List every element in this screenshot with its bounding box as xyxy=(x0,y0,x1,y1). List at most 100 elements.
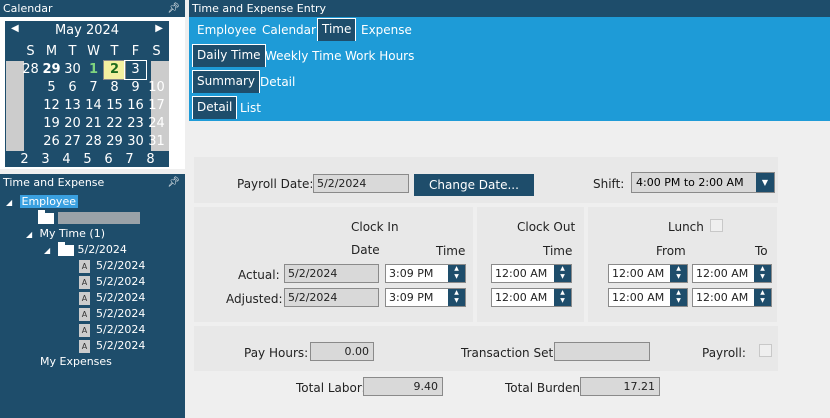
down-icon[interactable]: ▼ xyxy=(554,297,571,305)
chevron-down-icon[interactable]: ▼ xyxy=(756,173,774,192)
day-cell[interactable]: 9 xyxy=(125,79,146,97)
tree-node-date-folder[interactable]: ◢ 5/2/2024 xyxy=(44,241,127,259)
day-cell[interactable]: 30 xyxy=(125,133,146,151)
pay-hours-field[interactable]: 0.00 xyxy=(310,342,374,361)
tree-node-my-time[interactable]: ◢ My Time (1) xyxy=(26,226,105,242)
down-icon[interactable]: ▼ xyxy=(554,273,571,281)
stepper-buttons[interactable]: ▲ ▼ xyxy=(754,265,771,282)
tree-node-my-expenses[interactable]: My Expenses xyxy=(40,354,112,370)
actual-lunch-to-stepper[interactable]: 12:00 AM ▲ ▼ xyxy=(692,264,772,283)
day-cell[interactable]: 5 xyxy=(41,79,62,97)
total-labor-field[interactable]: 9.40 xyxy=(363,377,443,396)
tab-list[interactable]: List xyxy=(236,99,265,119)
day-cell[interactable]: 20 xyxy=(62,115,83,133)
day-cell[interactable]: 12 xyxy=(41,97,62,115)
day-cell[interactable]: 19 xyxy=(41,115,62,133)
day-cell[interactable]: 29 xyxy=(104,133,125,151)
change-date-button[interactable]: Change Date... xyxy=(414,174,534,196)
day-cell[interactable]: 6 xyxy=(98,151,119,169)
day-cell[interactable]: 4 xyxy=(56,151,77,169)
day-cell[interactable]: 14 xyxy=(83,97,104,115)
day-cell[interactable]: 27 xyxy=(62,133,83,151)
up-icon[interactable]: ▲ xyxy=(754,265,771,273)
up-icon[interactable]: ▲ xyxy=(448,289,465,297)
adjusted-date-field[interactable]: 5/2/2024 xyxy=(284,288,379,307)
tab-detail[interactable]: Detail xyxy=(192,96,238,119)
tab-time[interactable]: Time xyxy=(317,18,357,41)
tab-daily-time[interactable]: Daily Time xyxy=(192,44,266,67)
shift-select[interactable]: 4:00 PM to 2:00 AM ▼ xyxy=(631,172,775,193)
adjusted-time-stepper[interactable]: 3:09 PM ▲ ▼ xyxy=(385,288,466,307)
up-icon[interactable]: ▲ xyxy=(670,265,687,273)
actual-lunch-from-stepper[interactable]: 12:00 AM ▲ ▼ xyxy=(608,264,688,283)
next-month-icon[interactable]: ▶ xyxy=(155,23,163,34)
day-cell[interactable]: 7 xyxy=(83,79,104,97)
stepper-buttons[interactable]: ▲ ▼ xyxy=(448,265,465,282)
collapse-icon[interactable]: ◢ xyxy=(6,195,16,211)
stepper-buttons[interactable]: ▲ ▼ xyxy=(670,265,687,282)
total-burden-field[interactable]: 17.21 xyxy=(580,377,660,396)
stepper-buttons[interactable]: ▲ ▼ xyxy=(554,265,571,282)
down-icon[interactable]: ▼ xyxy=(670,273,687,281)
day-cell[interactable]: 24 xyxy=(146,115,167,133)
up-icon[interactable]: ▲ xyxy=(448,265,465,273)
tab-calendar[interactable]: Calendar xyxy=(258,21,320,41)
tree-node-entry[interactable]: A 5/2/2024 xyxy=(79,290,145,306)
actual-time-stepper[interactable]: 3:09 PM ▲ ▼ xyxy=(385,264,466,283)
adjusted-out-stepper[interactable]: 12:00 AM ▲ ▼ xyxy=(491,288,572,307)
day-cell[interactable]: 3 xyxy=(35,151,56,169)
day-cell[interactable]: 23 xyxy=(125,115,146,133)
tree-node-entry[interactable]: A 5/2/2024 xyxy=(79,306,145,322)
stepper-buttons[interactable]: ▲ ▼ xyxy=(670,289,687,306)
lunch-checkbox[interactable] xyxy=(710,219,723,232)
actual-out-stepper[interactable]: 12:00 AM ▲ ▼ xyxy=(491,264,572,283)
day-cell[interactable]: 10 xyxy=(146,79,167,97)
down-icon[interactable]: ▼ xyxy=(754,273,771,281)
day-cell[interactable]: 5 xyxy=(77,151,98,169)
day-cell[interactable]: 1 xyxy=(83,61,104,79)
day-cell[interactable]: 28 xyxy=(83,133,104,151)
adjusted-lunch-to-stepper[interactable]: 12:00 AM ▲ ▼ xyxy=(692,288,772,307)
day-cell[interactable]: 26 xyxy=(41,133,62,151)
stepper-buttons[interactable]: ▲ ▼ xyxy=(554,289,571,306)
tree-node-employee[interactable]: ◢ Employee xyxy=(6,194,78,210)
collapse-icon[interactable]: ◢ xyxy=(26,227,36,243)
day-cell[interactable]: 29 xyxy=(41,61,62,79)
payroll-checkbox[interactable] xyxy=(759,344,772,357)
up-icon[interactable]: ▲ xyxy=(754,289,771,297)
tree-node-entry[interactable]: A 5/2/2024 xyxy=(79,274,145,290)
day-cell[interactable]: 17 xyxy=(146,97,167,115)
day-cell[interactable]: 30 xyxy=(62,61,83,79)
payroll-date-field[interactable]: 5/2/2024 xyxy=(313,174,409,193)
day-cell[interactable]: 8 xyxy=(140,151,161,169)
up-icon[interactable]: ▲ xyxy=(554,289,571,297)
up-icon[interactable]: ▲ xyxy=(554,265,571,273)
transaction-set-field[interactable] xyxy=(554,342,650,361)
tab-detail-upper[interactable]: Detail xyxy=(256,73,299,93)
day-cell[interactable]: 21 xyxy=(83,115,104,133)
stepper-buttons[interactable]: ▲ ▼ xyxy=(754,289,771,306)
tree-node-entry[interactable]: A 5/2/2024 xyxy=(79,258,145,274)
tab-employee[interactable]: Employee xyxy=(193,21,260,41)
day-cell[interactable]: 16 xyxy=(125,97,146,115)
pin-icon[interactable]: 📌︎ xyxy=(167,0,180,17)
down-icon[interactable]: ▼ xyxy=(448,297,465,305)
collapse-icon[interactable]: ◢ xyxy=(44,243,54,259)
day-cell[interactable]: 8 xyxy=(104,79,125,97)
tree-node-entry[interactable]: A 5/2/2024 xyxy=(79,322,145,338)
actual-date-field[interactable]: 5/2/2024 xyxy=(284,264,379,283)
down-icon[interactable]: ▼ xyxy=(448,273,465,281)
tab-weekly-time[interactable]: Weekly Time xyxy=(261,47,346,67)
day-cell[interactable]: 3 xyxy=(124,60,147,80)
day-cell[interactable]: 6 xyxy=(62,79,83,97)
day-cell[interactable]: 31 xyxy=(146,133,167,151)
pin-icon[interactable]: 📌︎ xyxy=(167,174,180,191)
day-cell[interactable]: 22 xyxy=(104,115,125,133)
selected-day-cell[interactable]: 2 xyxy=(103,60,126,80)
day-cell[interactable]: 15 xyxy=(104,97,125,115)
tab-expense[interactable]: Expense xyxy=(357,21,416,41)
day-cell[interactable]: 13 xyxy=(62,97,83,115)
tab-summary[interactable]: Summary xyxy=(192,70,260,93)
up-icon[interactable]: ▲ xyxy=(670,289,687,297)
adjusted-lunch-from-stepper[interactable]: 12:00 AM ▲ ▼ xyxy=(608,288,688,307)
